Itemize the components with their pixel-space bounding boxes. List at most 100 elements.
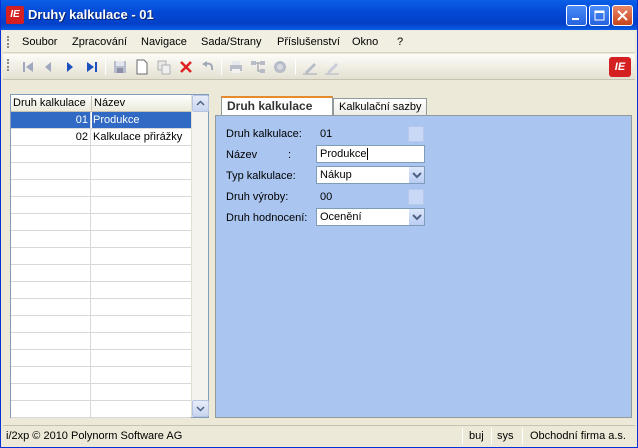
menu-soubor[interactable]: Soubor xyxy=(22,36,57,48)
table-row[interactable] xyxy=(11,333,191,350)
toolbar-separator xyxy=(221,59,222,75)
delete-button[interactable] xyxy=(177,58,195,76)
new-button[interactable] xyxy=(133,58,151,76)
table-row[interactable] xyxy=(11,248,191,265)
cell-nazev xyxy=(92,248,191,264)
title-bar[interactable]: IE Druhy kalkulace - 01 xyxy=(1,0,637,30)
cell-nazev xyxy=(92,316,191,332)
chevron-down-icon xyxy=(412,172,422,179)
cell-nazev xyxy=(92,350,191,366)
table-row[interactable] xyxy=(11,299,191,316)
cell-druh-kalkulace xyxy=(11,384,91,400)
druh-vyroby-lookup-button[interactable] xyxy=(408,189,424,205)
label-nazev-colon: : xyxy=(288,149,292,161)
status-bar: i/2xp © 2010 Polynorm Software AG buj sy… xyxy=(3,425,635,445)
cell-nazev xyxy=(92,180,191,196)
cell-nazev xyxy=(92,384,191,400)
table-row[interactable] xyxy=(11,316,191,333)
column-divider[interactable] xyxy=(91,96,92,110)
last-record-button[interactable] xyxy=(83,58,101,76)
previous-record-button[interactable] xyxy=(39,58,57,76)
menu-sada-strany[interactable]: Sada/Strany xyxy=(201,36,262,48)
druh-vyroby-value: 00 xyxy=(320,191,333,203)
druh-vyroby-field[interactable]: 00 xyxy=(316,188,425,206)
druh-kalkulace-lookup-button[interactable] xyxy=(408,126,424,142)
table-row[interactable] xyxy=(11,214,191,231)
table-row[interactable]: 02 Kalkulace přirážky xyxy=(11,129,191,146)
save-button[interactable] xyxy=(111,58,129,76)
print-button[interactable] xyxy=(227,58,245,76)
druh-kalkulace-field[interactable]: 01 xyxy=(316,125,425,143)
menu-help[interactable]: ? xyxy=(397,36,403,48)
typ-kalkulace-value: Nákup xyxy=(320,169,352,181)
scroll-down-button[interactable] xyxy=(192,400,209,417)
druh-hodnoceni-dropdown-button[interactable] xyxy=(408,209,424,225)
previous-record-icon xyxy=(45,62,51,72)
table-row[interactable] xyxy=(11,265,191,282)
nazev-input[interactable]: Produkce xyxy=(316,145,425,163)
tab-druh-kalkulace[interactable]: Druh kalkulace xyxy=(221,96,333,116)
table-row[interactable]: 01 Produkce xyxy=(11,112,191,129)
pencil-alt-icon xyxy=(325,63,339,75)
menu-zpracovani[interactable]: Zpracování xyxy=(72,36,127,48)
label-typ-kalkulace: Typ kalkulace: xyxy=(226,170,296,182)
printer-icon xyxy=(230,61,242,73)
minimize-button[interactable] xyxy=(566,5,587,26)
toolbar-separator xyxy=(105,59,106,75)
next-record-button[interactable] xyxy=(61,58,79,76)
menu-prislusenstvi[interactable]: Příslušenství xyxy=(277,36,340,48)
toolbar-separator xyxy=(295,59,296,75)
typ-kalkulace-dropdown-button[interactable] xyxy=(408,167,424,183)
status-separator xyxy=(522,428,523,444)
cell-druh-kalkulace xyxy=(11,282,91,298)
brand-logo: IE xyxy=(609,57,631,77)
window-title: Druhy kalkulace - 01 xyxy=(28,7,154,22)
floppy-disk-icon xyxy=(114,61,126,73)
status-separator xyxy=(462,428,463,444)
record-list-panel: Druh kalkulace Název 01 Produkce 02 Kalkula… xyxy=(10,94,209,418)
menu-grip[interactable] xyxy=(7,36,9,48)
menu-okno[interactable]: Okno xyxy=(352,36,378,48)
druh-hodnoceni-select[interactable]: Ocenění xyxy=(316,208,425,226)
edit-button[interactable] xyxy=(301,58,319,76)
status-separator xyxy=(491,428,492,444)
table-row[interactable] xyxy=(11,350,191,367)
next-record-icon xyxy=(67,62,73,72)
pencil-icon xyxy=(303,63,317,75)
copy-button[interactable] xyxy=(155,58,173,76)
delete-x-icon xyxy=(180,61,192,73)
table-row[interactable] xyxy=(11,401,191,418)
cell-nazev xyxy=(92,367,191,383)
druh-hodnoceni-value: Ocenění xyxy=(320,211,362,223)
list-scrollbar[interactable] xyxy=(191,95,209,417)
typ-kalkulace-select[interactable]: Nákup xyxy=(316,166,425,184)
toolbar-grip[interactable] xyxy=(7,59,9,71)
close-icon xyxy=(617,10,628,21)
table-row[interactable] xyxy=(11,180,191,197)
table-row[interactable] xyxy=(11,197,191,214)
column-header-druh-kalkulace[interactable]: Druh kalkulace xyxy=(13,97,86,109)
close-button[interactable] xyxy=(612,5,633,26)
record-circle-button[interactable] xyxy=(271,58,289,76)
column-header-nazev[interactable]: Název xyxy=(94,97,125,109)
scroll-up-button[interactable] xyxy=(192,95,209,112)
table-row[interactable] xyxy=(11,146,191,163)
cell-druh-kalkulace xyxy=(11,367,91,383)
menu-navigace[interactable]: Navigace xyxy=(141,36,187,48)
druh-kalkulace-value: 01 xyxy=(320,128,333,140)
table-row[interactable] xyxy=(11,163,191,180)
cell-nazev xyxy=(92,163,191,179)
first-record-button[interactable] xyxy=(19,58,37,76)
label-druh-vyroby: Druh výroby: xyxy=(226,191,289,203)
cell-nazev xyxy=(92,231,191,247)
tree-view-button[interactable] xyxy=(249,58,267,76)
table-row[interactable] xyxy=(11,282,191,299)
table-row[interactable] xyxy=(11,367,191,384)
table-row[interactable] xyxy=(11,231,191,248)
undo-button[interactable] xyxy=(199,58,217,76)
cell-nazev xyxy=(92,265,191,281)
maximize-button[interactable] xyxy=(589,5,610,26)
edit-alt-button[interactable] xyxy=(323,58,341,76)
table-row[interactable] xyxy=(11,384,191,401)
tab-kalkulacni-sazby[interactable]: Kalkulační sazby xyxy=(333,98,427,116)
